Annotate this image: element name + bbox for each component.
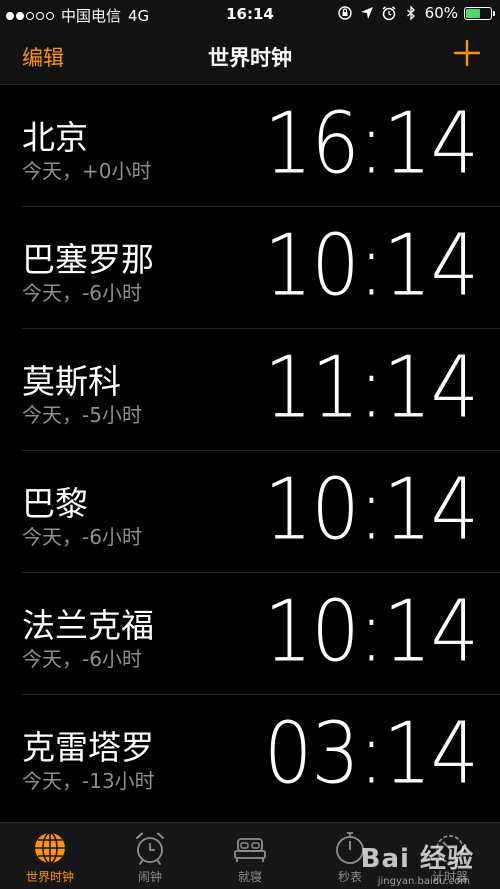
time-offset: 今天，-6小时 <box>22 647 142 671</box>
world-clock-list: 北京 今天，+0小时 16:14 巴塞罗那 今天，-6小时 10:14 莫斯科 … <box>0 85 500 816</box>
city-name: 巴黎 <box>22 484 88 523</box>
plus-icon[interactable] <box>452 38 482 68</box>
time-offset: 今天，-13小时 <box>22 769 155 793</box>
tab-label: 闹钟 <box>137 870 162 884</box>
city-name: 克雷塔罗 <box>22 728 154 767</box>
city-time: 10:14 <box>263 459 479 559</box>
bluetooth-icon <box>406 5 415 21</box>
city-time: 03:14 <box>263 703 479 803</box>
tab-world-clock[interactable]: 世界时钟 <box>0 823 100 889</box>
city-name: 法兰克福 <box>22 606 154 645</box>
battery-icon <box>464 6 495 20</box>
time-offset: 今天，-6小时 <box>22 281 142 305</box>
location-arrow-icon <box>360 7 373 19</box>
city-name: 莫斯科 <box>22 362 121 401</box>
bed-icon <box>234 838 266 862</box>
city-name: 巴塞罗那 <box>22 240 154 279</box>
tab-bar: 世界时钟 闹钟 就寝 秒表 计时器 Bai 经验 jingyan.baidu.c… <box>0 822 500 889</box>
alarm-icon <box>382 6 396 21</box>
time-offset: 今天，+0小时 <box>22 159 152 183</box>
tab-label: 世界时钟 <box>25 870 74 884</box>
clock-row[interactable]: 莫斯科 今天，-5小时 11:14 <box>22 329 500 451</box>
clock-row[interactable]: 巴黎 今天，-6小时 10:14 <box>22 451 500 573</box>
city-time: 11:14 <box>263 337 479 437</box>
status-right: 60% <box>337 4 495 22</box>
tab-alarm[interactable]: 闹钟 <box>100 823 200 889</box>
city-time: 16:14 <box>263 93 479 193</box>
navigation-bar: 编辑 世界时钟 <box>0 28 500 85</box>
battery-percent: 60% <box>424 4 458 22</box>
clock-row[interactable]: 法兰克福 今天，-6小时 10:14 <box>22 573 500 695</box>
watermark-logo: Bai 经验 <box>360 844 474 874</box>
watermark-url: jingyan.baidu.com <box>377 876 470 887</box>
city-time: 10:14 <box>263 215 479 315</box>
clock-row[interactable]: 巴塞罗那 今天，-6小时 10:14 <box>22 207 500 329</box>
tab-label: 秒表 <box>337 870 362 884</box>
city-name: 北京 <box>22 118 88 157</box>
status-bar: 中国电信 4G 16:14 60% <box>0 0 500 28</box>
time-offset: 今天，-6小时 <box>22 525 142 549</box>
time-offset: 今天，-5小时 <box>22 403 142 427</box>
orientation-lock-icon <box>337 6 352 20</box>
globe-icon <box>35 832 65 864</box>
tab-bedtime[interactable]: 就寝 <box>200 823 300 889</box>
page-title: 世界时钟 <box>208 46 292 70</box>
tab-label: 就寝 <box>237 870 262 884</box>
clock-row[interactable]: 克雷塔罗 今天，-13小时 03:14 <box>22 695 500 816</box>
alarm-clock-icon <box>136 832 164 865</box>
clock-row[interactable]: 北京 今天，+0小时 16:14 <box>22 85 500 207</box>
city-time: 10:14 <box>263 581 479 681</box>
